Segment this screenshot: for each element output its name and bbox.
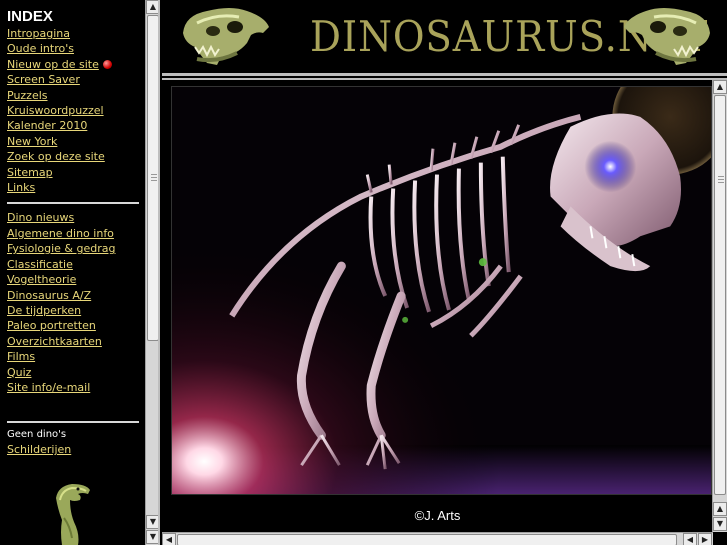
nav-link-links[interactable]: Links	[7, 180, 145, 195]
nav-scrollbar-thumb[interactable]	[147, 15, 158, 341]
main-horizontal-thumb[interactable]	[177, 534, 677, 545]
arrow-up-icon[interactable]: ▲	[713, 502, 727, 516]
nav-link-site-info-e-mail[interactable]: Site info/e-mail	[7, 380, 145, 395]
nav-link-label: Sitemap	[7, 165, 53, 179]
nav-link-label: Paleo portretten	[7, 319, 96, 333]
nav-link-label: Kruiswoordpuzzel	[7, 104, 104, 118]
arrow-down-icon[interactable]: ▼	[146, 530, 158, 544]
header-frame: DINOSAURUS.NET	[162, 0, 727, 76]
nav-link-de-tijdperken[interactable]: De tijdperken	[7, 303, 145, 318]
nav-link-overzichtkaarten[interactable]: Overzichtkaarten	[7, 334, 145, 349]
nav-link-label: Screen Saver	[7, 73, 80, 87]
divider	[7, 202, 139, 205]
nav-link-paintings[interactable]: Schilderijen	[7, 442, 145, 457]
arrow-up-icon[interactable]: ▲	[146, 0, 158, 14]
nav-link-label: Oude intro's	[7, 42, 74, 56]
main-scrollbar-thumb[interactable]	[714, 95, 726, 495]
arrow-left-icon[interactable]: ◀	[162, 533, 176, 545]
nav-link-label: Kalender 2010	[7, 119, 88, 133]
trex-skull-logo-left	[183, 8, 269, 65]
nav-link-oude-intro-s[interactable]: Oude intro's	[7, 41, 145, 56]
nav-link-label: Site info/e-mail	[7, 380, 91, 394]
nav-link-label: Zoek op deze site	[7, 150, 105, 164]
nav-link-fysiologie-gedrag[interactable]: Fysiologie & gedrag	[7, 241, 145, 256]
nav-link-kalender-2010[interactable]: Kalender 2010	[7, 118, 145, 133]
arrow-left-icon[interactable]: ◀	[683, 533, 697, 545]
nav-link-dino-nieuws[interactable]: Dino nieuws	[7, 210, 145, 225]
nav-link-vogeltheorie[interactable]: Vogeltheorie	[7, 272, 145, 287]
nav-link-screen-saver[interactable]: Screen Saver	[7, 72, 145, 87]
nav-link-label: Classificatie	[7, 257, 73, 271]
divider	[7, 421, 139, 424]
nav-link-label: Vogeltheorie	[7, 273, 77, 287]
nav-link-kruiswoordpuzzel[interactable]: Kruiswoordpuzzel	[7, 103, 145, 118]
nav-link-new-york[interactable]: New York	[7, 134, 145, 149]
arrow-right-icon[interactable]: ▶	[698, 533, 712, 545]
nav-link-dinosaurus-a-z[interactable]: Dinosaurus A/Z	[7, 288, 145, 303]
nav-content: INDEX Intropagina Oude intro's Nieuw op de…	[0, 0, 145, 545]
nav-link-algemene-dino-info[interactable]: Algemene dino info	[7, 226, 145, 241]
index-title: INDEX	[7, 8, 53, 25]
dinosaur-skeleton-artwork	[171, 86, 712, 495]
nav-link-films[interactable]: Films	[7, 349, 145, 364]
image-credit: ©J. Arts	[414, 508, 461, 523]
nav-link-label: New York	[7, 134, 58, 148]
nav-link-label: Overzichtkaarten	[7, 334, 102, 348]
nav-link-label: Films	[7, 350, 36, 364]
arrow-up-icon[interactable]: ▲	[713, 80, 727, 94]
left-nav-frame: INDEX Intropagina Oude intro's Nieuw op de…	[0, 0, 160, 545]
nav-link-label: Dino nieuws	[7, 211, 75, 225]
nav-link-nieuw-op-de-site[interactable]: Nieuw op de site	[7, 57, 145, 72]
nav-link-label: Quiz	[7, 365, 32, 379]
nav-link-puzzels[interactable]: Puzzels	[7, 88, 145, 103]
nav-link-intropagina[interactable]: Intropagina	[7, 26, 145, 41]
nav-link-label: Nieuw op de site	[7, 57, 99, 71]
nav-group-site: Intropagina Oude intro's Nieuw op de site S…	[7, 26, 145, 195]
main-scrollbar[interactable]: ▲ ▲ ▼	[712, 80, 727, 532]
nav-link-label: Puzzels	[7, 88, 48, 102]
nav-group-dino-info: Dino nieuws Algemene dino info Fysiologie …	[7, 210, 145, 395]
nav-link-label: Algemene dino info	[7, 226, 114, 240]
nav-link-label: Dinosaurus A/Z	[7, 288, 92, 302]
new-badge-icon	[102, 59, 112, 69]
site-title: DINOSAURUS.NET	[310, 12, 709, 61]
nav-link-label: Intropagina	[7, 27, 71, 40]
no-dino-label: Geen dino's	[7, 429, 67, 441]
nav-link-sitemap[interactable]: Sitemap	[7, 165, 145, 180]
nav-link-quiz[interactable]: Quiz	[7, 365, 145, 380]
nav-link-classificatie[interactable]: Classificatie	[7, 257, 145, 272]
nav-link-label: Links	[7, 181, 36, 195]
nav-scrollbar[interactable]: ▲ ▼ ▼	[145, 0, 158, 545]
dino-thumbnail-image[interactable]	[48, 478, 96, 545]
nav-link-label: De tijdperken	[7, 303, 82, 317]
arrow-down-icon[interactable]: ▼	[146, 515, 158, 529]
nav-link-paleo-portretten[interactable]: Paleo portretten	[7, 318, 145, 333]
trex-skull-logo-right	[624, 8, 710, 65]
nav-link-zoek-op-deze-site[interactable]: Zoek op deze site	[7, 149, 145, 164]
nav-link-label: Fysiologie & gedrag	[7, 242, 116, 256]
main-frame: ©J. Arts ▲ ▲ ▼ ◀ ◀ ▶	[162, 78, 727, 545]
arrow-down-icon[interactable]: ▼	[713, 517, 727, 531]
main-horizontal-scrollbar[interactable]: ◀ ◀ ▶	[162, 532, 713, 545]
